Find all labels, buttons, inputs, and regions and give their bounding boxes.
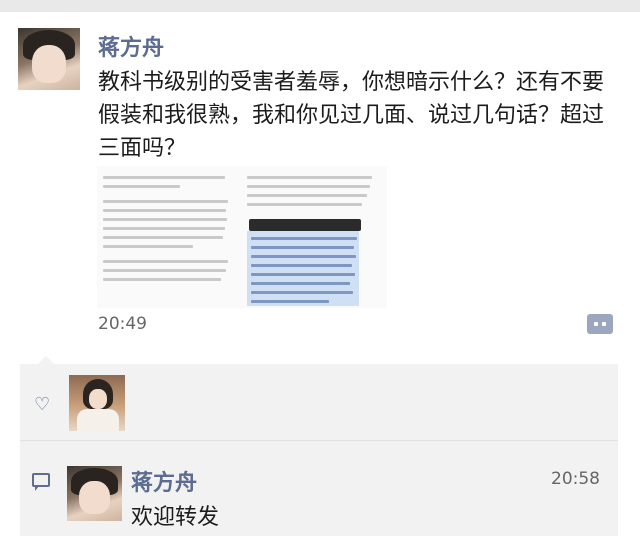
more-options-button[interactable] <box>587 314 613 334</box>
comment-timestamp: 20:58 <box>551 469 600 489</box>
avatar-face <box>31 45 67 83</box>
screenshot-context-menu <box>249 219 361 234</box>
commenter-name[interactable]: 蒋方舟 <box>131 465 197 497</box>
post-author-name[interactable]: 蒋方舟 <box>98 30 164 62</box>
top-bar <box>0 0 640 12</box>
comments-panel: 蒋方舟 20:58 欢迎转发 <box>20 441 618 536</box>
moments-post: 蒋方舟 教科书级别的受害者羞辱，你想暗示什么？还有不要假装和我很熟，我和你见过几… <box>0 12 640 362</box>
post-image-screenshot[interactable] <box>97 166 387 308</box>
post-text: 教科书级别的受害者羞辱，你想暗示什么？还有不要假装和我很熟，我和你见过几面、说过… <box>98 70 605 161</box>
commenter-avatar[interactable] <box>67 466 122 521</box>
likes-panel: ♡ <box>20 356 618 440</box>
comment-text: 欢迎转发 <box>131 505 220 530</box>
comment-icon <box>32 473 50 491</box>
screenshot-highlighted-text <box>247 231 359 306</box>
screenshot-left-column <box>103 176 231 287</box>
screenshot-right-column <box>247 176 375 212</box>
liker-avatar[interactable] <box>69 375 125 431</box>
heart-icon: ♡ <box>34 394 51 415</box>
author-avatar[interactable] <box>18 28 80 90</box>
post-timestamp: 20:49 <box>98 314 147 334</box>
